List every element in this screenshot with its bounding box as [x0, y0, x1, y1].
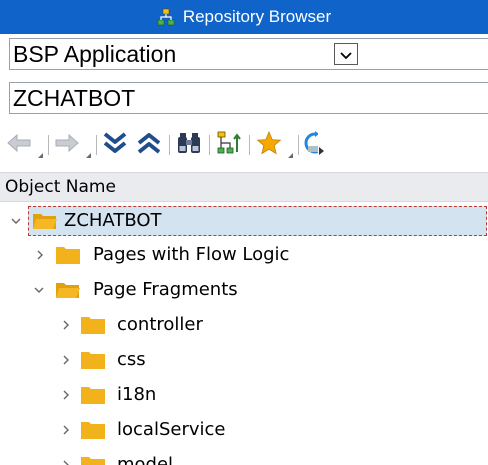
tree-node-label: css	[117, 349, 146, 370]
star-icon	[256, 130, 282, 160]
object-type-value: BSP Application	[13, 41, 177, 67]
arrow-left-icon	[6, 133, 32, 157]
tree-node-label: localService	[117, 419, 226, 440]
folder-icon	[55, 245, 81, 265]
chevron-right-icon[interactable]	[60, 389, 72, 401]
object-name-input[interactable]: ZCHATBOT	[9, 82, 488, 114]
column-header[interactable]: Object Name	[0, 172, 488, 202]
tree-node-i18n[interactable]: i18n	[0, 378, 488, 412]
object-type-select[interactable]: BSP Application	[9, 38, 488, 70]
forward-button[interactable]	[52, 129, 82, 161]
tree-node-controller[interactable]: controller	[0, 308, 488, 342]
tree-node-zchatbot[interactable]: ZCHATBOT	[0, 204, 488, 238]
double-chevron-up-icon	[136, 130, 162, 160]
toolbar-separator	[249, 135, 250, 155]
hierarchy-button[interactable]	[214, 129, 244, 161]
expand-all-button[interactable]	[100, 129, 130, 161]
tree-node-model[interactable]: model	[0, 448, 488, 465]
chevron-down-icon[interactable]	[33, 284, 45, 296]
tree-node-label: Pages with Flow Logic	[93, 244, 290, 265]
folder-icon	[80, 385, 106, 405]
double-chevron-down-icon	[102, 130, 128, 160]
folder-icon	[80, 455, 106, 465]
toolbar-separator	[96, 135, 97, 155]
toolbar	[0, 123, 488, 168]
refresh-icon	[302, 130, 318, 160]
object-name-value: ZCHATBOT	[13, 85, 136, 111]
toolbar-separator	[209, 135, 210, 155]
tree-node-label: controller	[117, 314, 203, 335]
toolbar-overflow-chevron[interactable]	[318, 141, 326, 155]
toolbar-separator	[298, 135, 299, 155]
forward-menu-arrow[interactable]	[86, 153, 91, 158]
favorites-button[interactable]	[254, 129, 284, 161]
chevron-right-icon[interactable]	[60, 319, 72, 331]
find-button[interactable]	[174, 129, 204, 161]
chevron-down-icon[interactable]	[10, 215, 22, 227]
back-menu-arrow[interactable]	[38, 153, 43, 158]
tree-node-pages-with-flow-logic[interactable]: Pages with Flow Logic	[0, 238, 488, 272]
tree-node-label: model	[117, 454, 174, 465]
chevron-right-icon[interactable]	[60, 424, 72, 436]
binoculars-icon	[176, 131, 202, 159]
object-type-dropdown-button[interactable]	[334, 43, 358, 65]
folder-icon	[80, 350, 106, 370]
collapse-all-button[interactable]	[134, 129, 164, 161]
arrow-right-icon	[54, 133, 80, 157]
tree-node-label: ZCHATBOT	[64, 210, 162, 231]
tree-node-localservice[interactable]: localService	[0, 413, 488, 447]
tree-node-label: i18n	[117, 384, 157, 405]
window-titlebar: Repository Browser	[0, 0, 488, 34]
refresh-button[interactable]	[302, 129, 318, 161]
column-header-label: Object Name	[5, 177, 116, 197]
tree-node-css[interactable]: css	[0, 343, 488, 377]
toolbar-separator	[48, 135, 49, 155]
chevron-right-icon[interactable]	[60, 354, 72, 366]
hierarchy-sort-icon	[216, 130, 242, 160]
repository-tree: ZCHATBOT Pages with Flow Logic Page Frag…	[0, 202, 488, 465]
folder-icon	[80, 315, 106, 335]
chevron-right-icon[interactable]	[34, 249, 46, 261]
tree-node-page-fragments[interactable]: Page Fragments	[0, 273, 488, 307]
open-folder-icon	[55, 280, 81, 300]
hierarchy-icon	[157, 8, 175, 26]
toolbar-separator	[169, 135, 170, 155]
favorites-menu-arrow[interactable]	[288, 153, 293, 158]
tree-node-label: Page Fragments	[93, 279, 238, 300]
open-folder-icon	[32, 211, 58, 231]
window-title: Repository Browser	[182, 7, 332, 26]
back-button[interactable]	[4, 129, 34, 161]
folder-icon	[80, 420, 106, 440]
chevron-down-icon	[340, 45, 352, 64]
chevron-right-icon[interactable]	[60, 459, 72, 465]
